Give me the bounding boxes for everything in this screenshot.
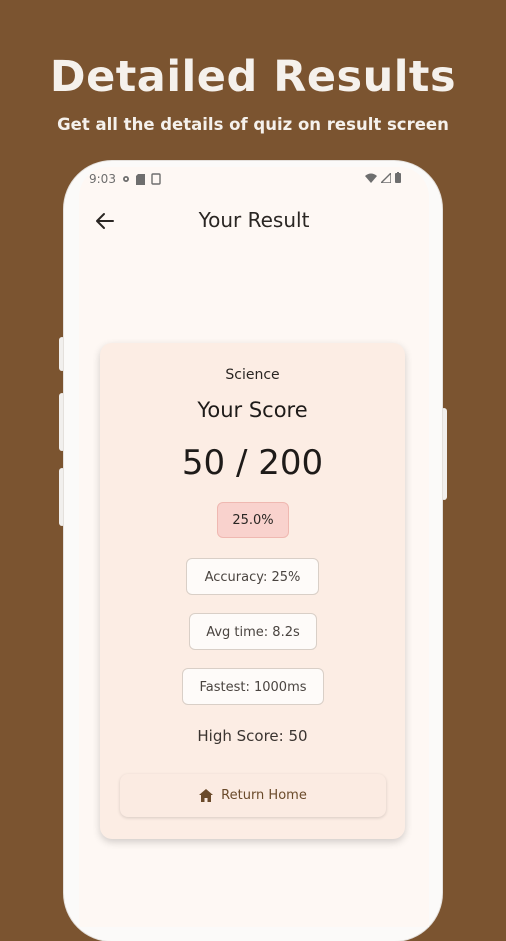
- score-label: Your Score: [197, 398, 308, 422]
- battery-icon: [395, 172, 401, 183]
- percent-badge: 25.0%: [217, 502, 289, 538]
- avg-time-stat: Avg time: 8.2s: [189, 613, 317, 650]
- clipboard-icon: [151, 173, 161, 185]
- wifi-icon: [365, 173, 377, 183]
- promo-title: Detailed Results: [49, 52, 457, 102]
- high-score: High Score: 50: [197, 727, 308, 745]
- sim-card-icon: [135, 173, 145, 185]
- accuracy-stat: Accuracy: 25%: [186, 558, 319, 595]
- return-home-label: Return Home: [221, 788, 307, 803]
- score-value: 50 / 200: [181, 443, 324, 483]
- return-home-button[interactable]: Return Home: [120, 774, 386, 817]
- settings-icon: [122, 176, 129, 182]
- subject-label: Science: [225, 367, 280, 383]
- app-bar: Your Result: [79, 203, 429, 243]
- fastest-stat: Fastest: 1000ms: [182, 668, 324, 705]
- status-time: 9:03: [89, 172, 116, 186]
- result-card: Science Your Score 50 / 200 25.0% Accura…: [100, 343, 405, 839]
- status-bar: 9:03: [79, 167, 429, 193]
- app-title: Your Result: [198, 208, 310, 232]
- phone-screen: 9:03 Your Result Science Your Score 50 /…: [79, 167, 429, 927]
- signal-icon: [381, 172, 391, 183]
- promo-subtitle: Get all the details of quiz on result sc…: [57, 115, 449, 134]
- home-icon: [199, 789, 214, 802]
